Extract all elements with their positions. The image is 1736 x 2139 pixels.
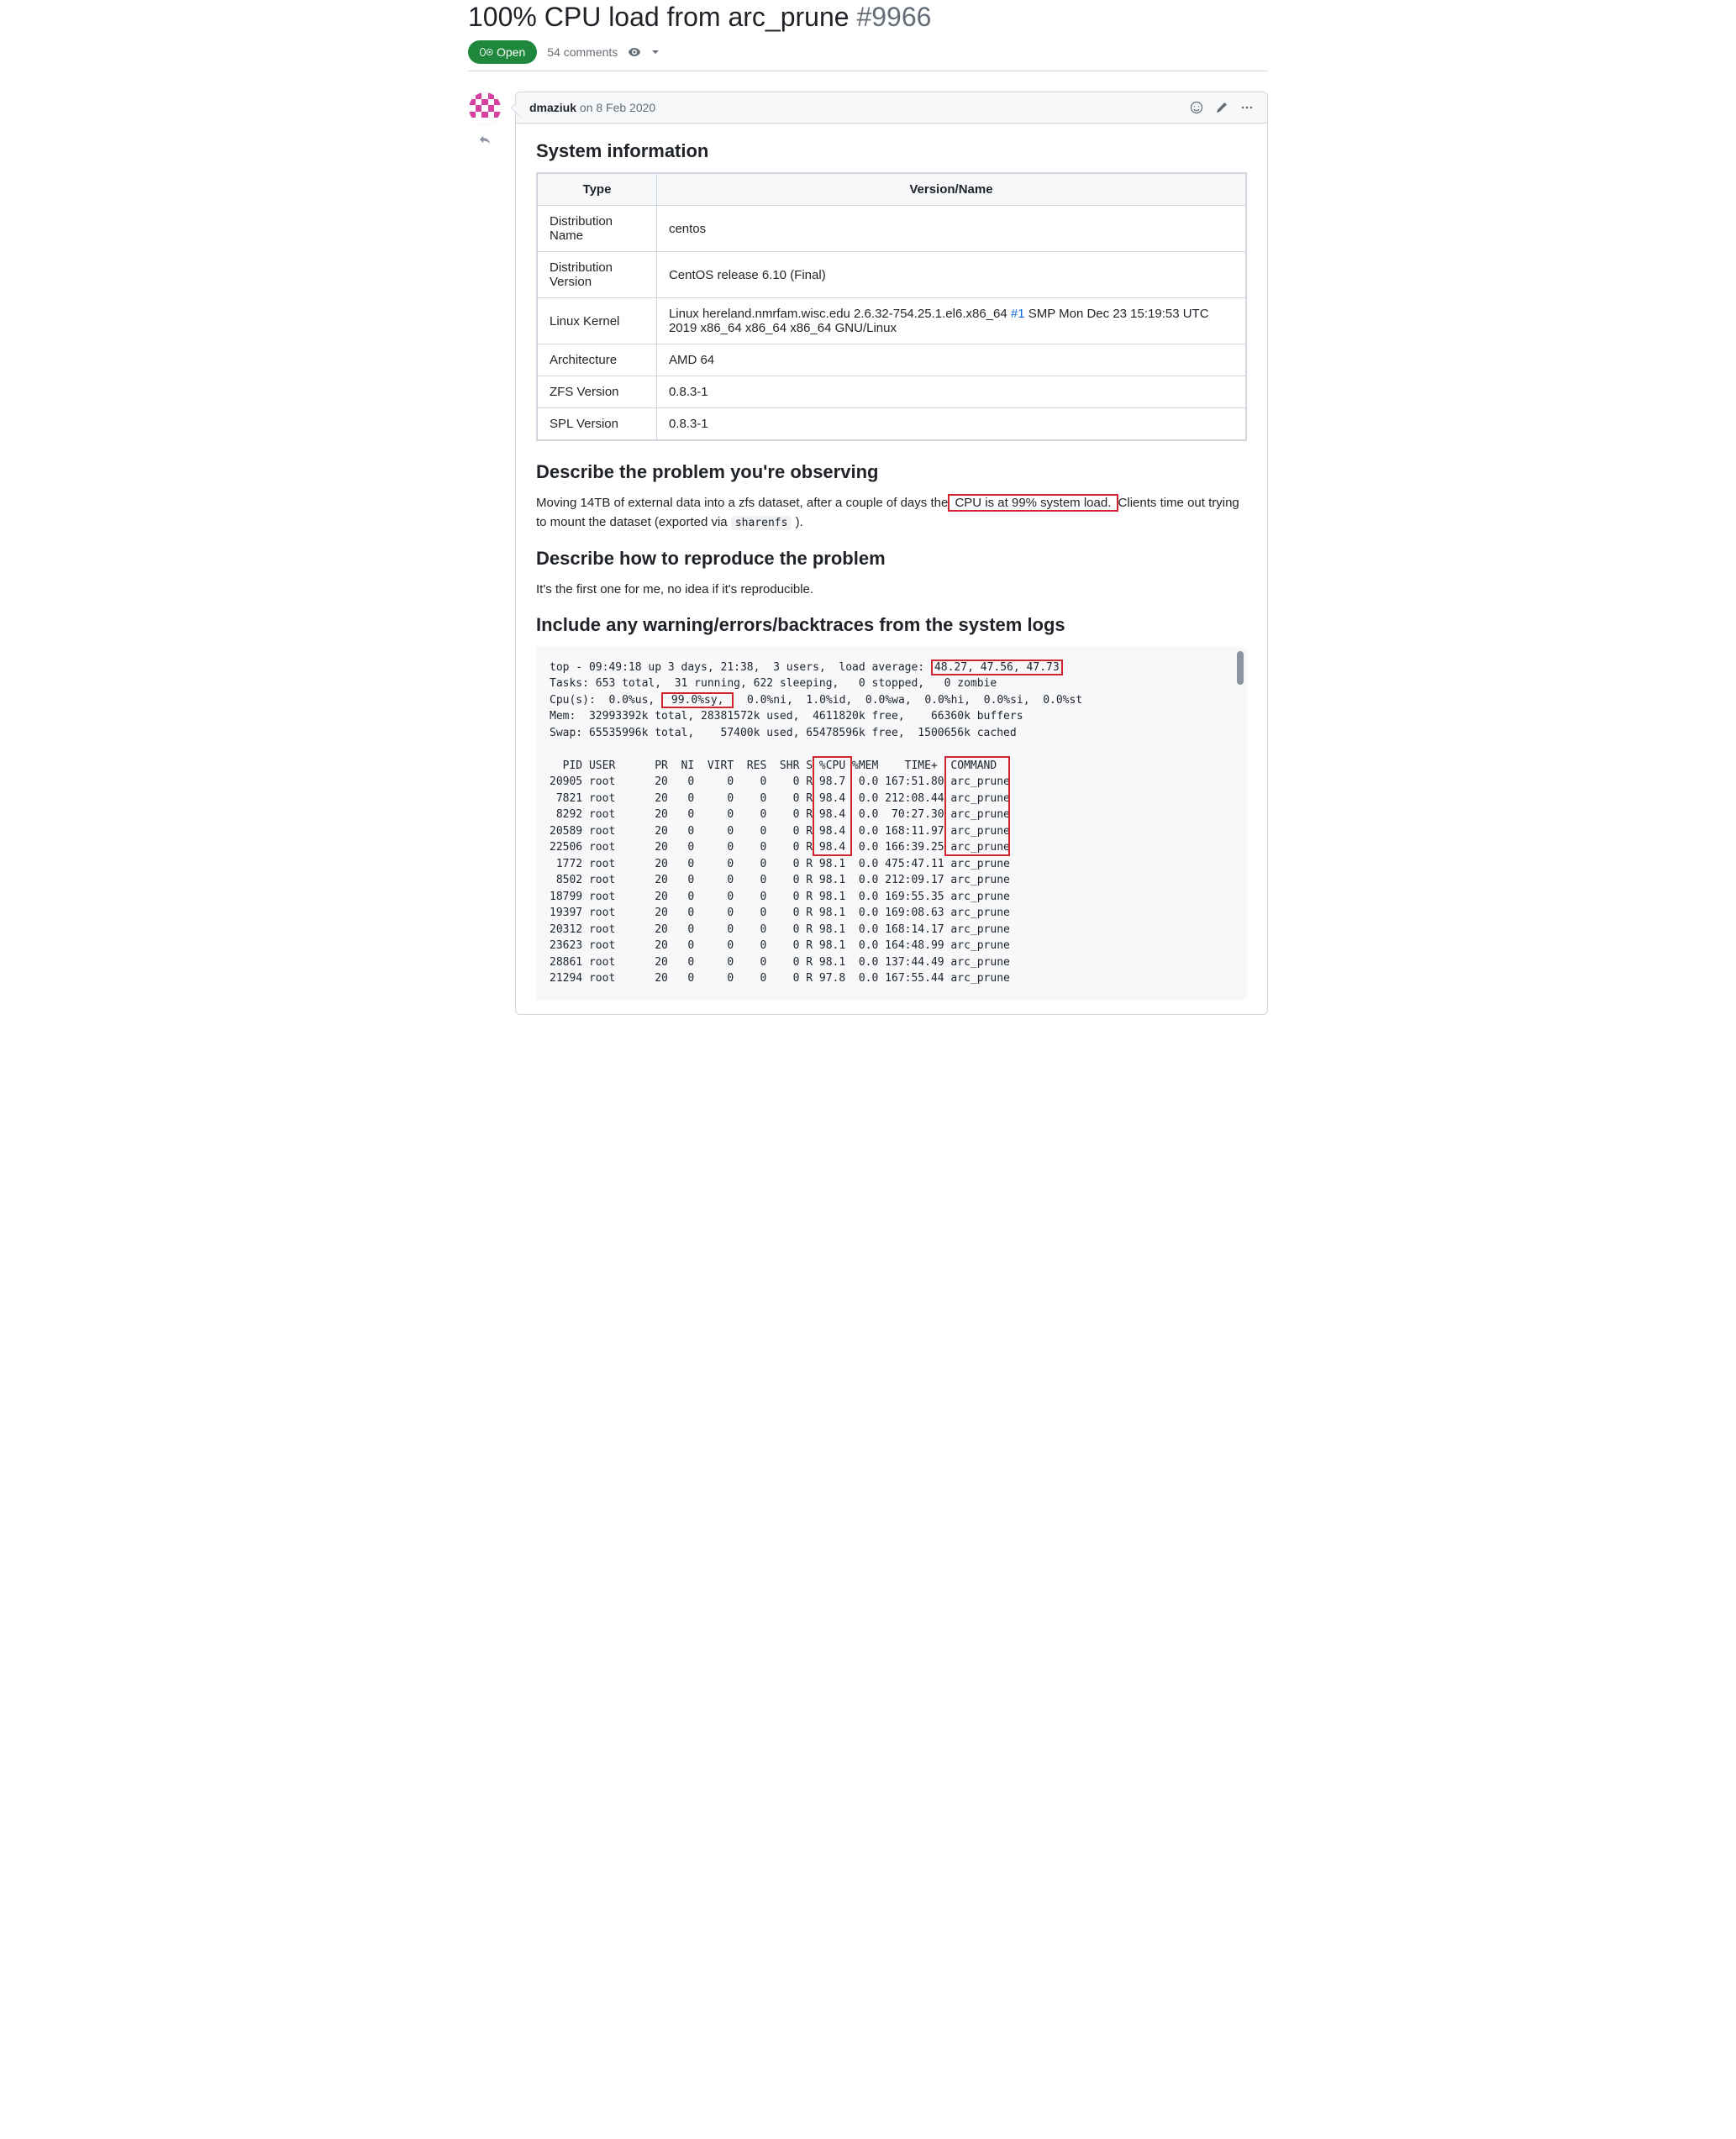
comment-author[interactable]: dmaziuk [529,101,576,114]
table-row: Distribution VersionCentOS release 6.10 … [538,252,1246,298]
kebab-icon[interactable] [1240,101,1254,114]
comment-box: dmaziuk on 8 Feb 2020 [515,92,1268,1015]
scrollbar-thumb[interactable] [1237,651,1244,685]
issue-meta: Open 54 comments [468,40,1268,64]
th-type: Type [538,174,657,206]
repro-paragraph: It's the first one for me, no idea if it… [536,580,1247,599]
code-sharenfs: sharenfs [731,516,792,530]
heading-logs: Include any warning/errors/backtraces fr… [536,614,1247,636]
avatar[interactable] [468,92,502,125]
table-row: SPL Version0.8.3-1 [538,408,1246,440]
table-row: Linux Kernel Linux hereland.nmrfam.wisc.… [538,298,1246,344]
problem-paragraph: Moving 14TB of external data into a zfs … [536,493,1247,533]
heading-system-info: System information [536,140,1247,162]
emoji-icon[interactable] [1190,101,1203,114]
comment-header: dmaziuk on 8 Feb 2020 [516,92,1267,124]
th-version: Version/Name [656,174,1245,206]
comment-body: System information Type Version/Name Dis… [516,124,1267,1014]
reply-arrow-icon [468,134,502,148]
highlight-cpu-load: CPU is at 99% system load. [948,494,1118,512]
heading-reproduce: Describe how to reproduce the problem [536,548,1247,570]
table-row: ZFS Version0.8.3-1 [538,376,1246,408]
heading-problem: Describe the problem you're observing [536,461,1247,483]
edit-icon[interactable] [1215,101,1228,114]
issue-header: 100% CPU load from arc_prune #9966 Open … [468,0,1268,71]
code-block: top - 09:49:18 up 3 days, 21:38, 3 users… [536,646,1247,1001]
open-status-icon [480,45,493,59]
comments-count[interactable]: 54 comments [547,45,618,59]
state-badge-open: Open [468,40,537,64]
table-row: ArchitectureAMD 64 [538,344,1246,376]
chevron-down-icon[interactable] [651,45,660,59]
table-row: Distribution Namecentos [538,206,1246,252]
issue-number: #9966 [856,2,931,32]
kernel-link[interactable]: #1 [1011,307,1025,321]
system-info-table: Type Version/Name Distribution Namecento… [536,172,1247,441]
state-label: Open [497,45,525,59]
issue-title: 100% CPU load from arc_prune #9966 [468,0,1268,34]
comment-date: on 8 Feb 2020 [580,101,655,114]
scrollbar[interactable] [1237,649,1244,997]
subscribe-icon[interactable] [628,45,641,59]
